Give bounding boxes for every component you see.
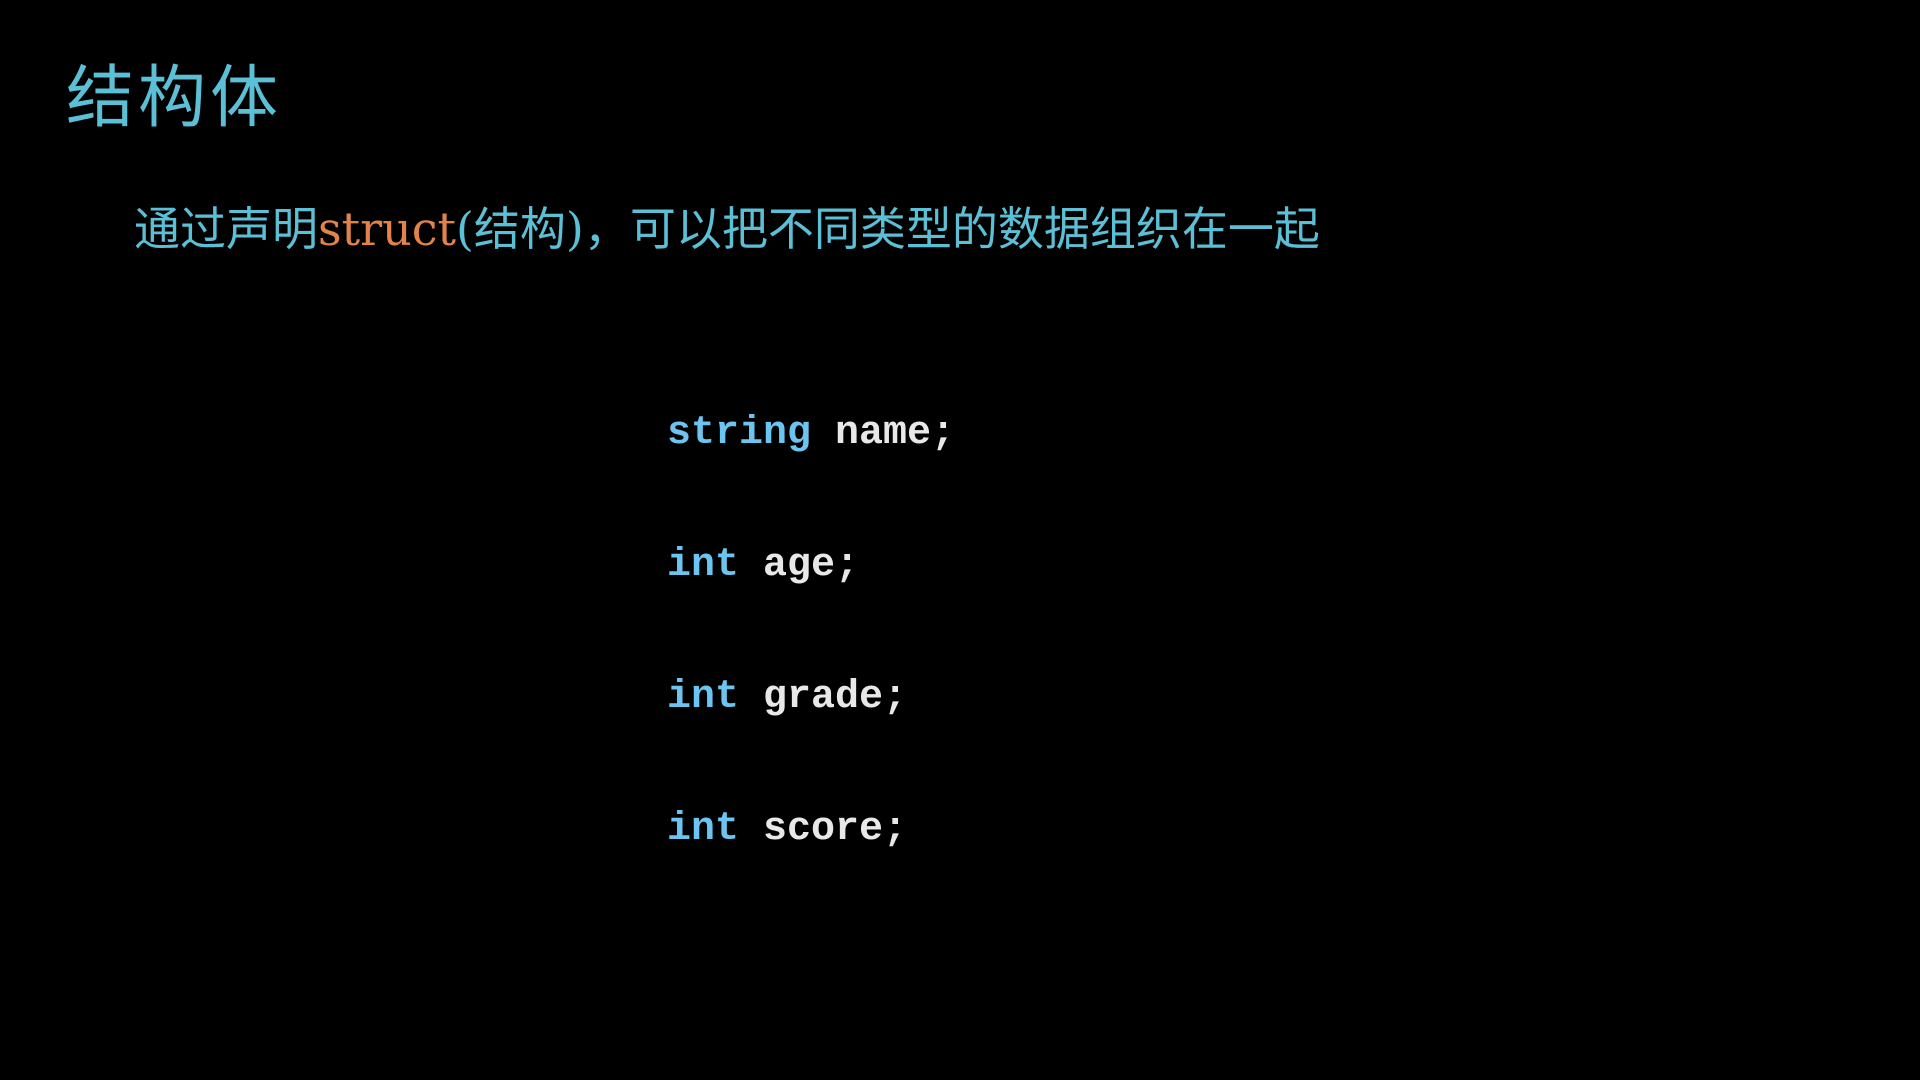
code-line: string name;: [667, 410, 955, 542]
subtitle-lead: 通过声明: [134, 202, 318, 256]
code-field: name;: [811, 411, 956, 456]
code-block: string name; int age; int grade; int sco…: [667, 410, 955, 938]
subtitle-keyword: struct: [318, 202, 456, 256]
code-field: score;: [739, 807, 908, 852]
slide: 结构体 通过声明struct(结构)，可以把不同类型的数据组织在一起 strin…: [0, 0, 1920, 1080]
slide-subtitle: 通过声明struct(结构)，可以把不同类型的数据组织在一起: [134, 202, 1320, 257]
slide-title: 结构体: [66, 59, 283, 138]
code-type-keyword: int: [667, 807, 740, 852]
code-type-keyword: string: [667, 411, 812, 456]
code-line: int grade;: [667, 674, 955, 806]
subtitle-trail: (结构)，可以把不同类型的数据组织在一起: [455, 202, 1320, 256]
code-line: int age;: [667, 542, 955, 674]
code-type-keyword: int: [667, 543, 740, 588]
code-field: grade;: [739, 675, 908, 720]
code-field: age;: [739, 543, 860, 588]
code-line: int score;: [667, 806, 955, 938]
code-type-keyword: int: [667, 675, 740, 720]
